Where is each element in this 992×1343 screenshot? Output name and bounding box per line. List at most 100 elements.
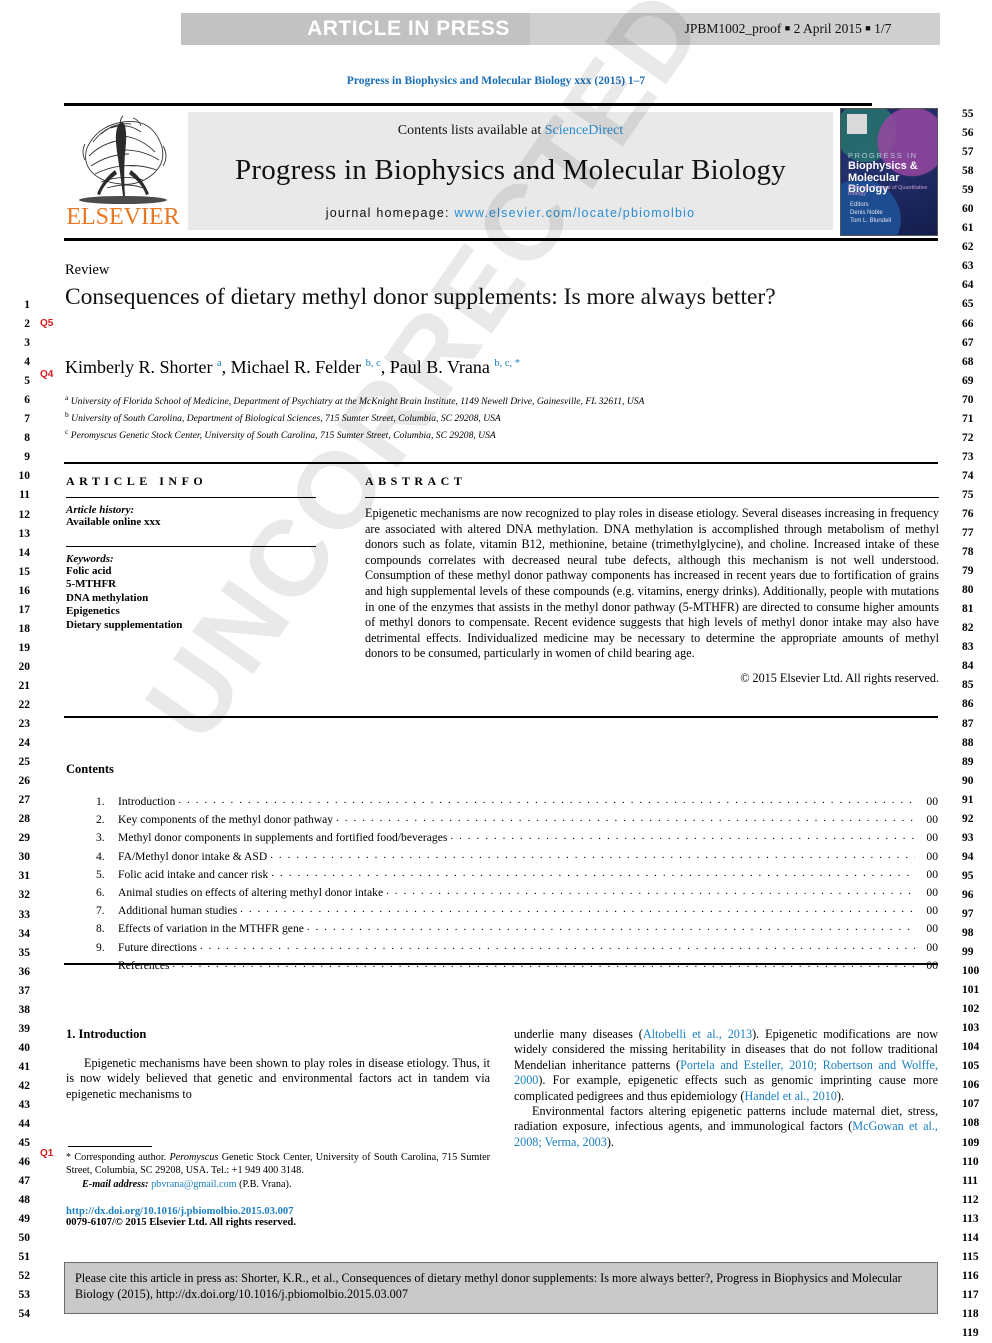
affiliation-2: c Peromyscus Genetic Stock Center, Unive… (65, 426, 496, 441)
line-number: 74 (962, 469, 974, 482)
abstract-column: ABSTRACT Epigenetic mechanisms are now r… (365, 474, 939, 686)
line-number: 52 (18, 1270, 31, 1283)
article-history-label: Article history: (66, 504, 135, 516)
line-number: 3 (24, 337, 30, 350)
line-number: 57 (962, 146, 974, 159)
cover-line-1: PROGRESS IN (848, 151, 918, 160)
toc-leader-dots: . . . . . . . . . . . . . . . . . . . . … (386, 885, 915, 898)
line-number: 59 (962, 184, 974, 197)
article-history-value: Available online xxx (66, 516, 161, 528)
line-number: 17 (18, 603, 31, 616)
toc-row[interactable]: 2. Key components of the methyl donor pa… (96, 810, 938, 828)
footnote-italic-genus: Peromyscus (169, 1152, 219, 1164)
line-number: 43 (18, 1098, 31, 1111)
toc-title: References (118, 958, 170, 972)
contents-bottom-rule (64, 963, 938, 965)
line-number: 60 (962, 203, 974, 216)
line-number: 109 (962, 1136, 980, 1149)
line-number: 19 (18, 641, 31, 654)
line-number: 11 (19, 489, 30, 502)
toc-row[interactable]: 9. Future directions . . . . . . . . . .… (96, 938, 938, 956)
line-number: 104 (962, 1041, 980, 1054)
line-number: 10 (18, 470, 31, 483)
abstract-text: Epigenetic mechanisms are now recognized… (365, 506, 939, 661)
line-number: 12 (18, 508, 31, 521)
toc-title: Key components of the methyl donor pathw… (118, 813, 334, 827)
line-number: 25 (18, 756, 31, 769)
footnote-text-a: Corresponding author. (71, 1152, 170, 1164)
toc-title: Methyl donor components in supplements a… (118, 831, 448, 845)
line-number: 61 (962, 222, 974, 235)
line-number: 114 (962, 1231, 979, 1244)
intro-r2-b: ). (606, 1134, 614, 1149)
contents-available-prefix: Contents lists available at (397, 123, 545, 138)
line-number: 71 (962, 412, 974, 425)
line-number: 21 (18, 679, 31, 692)
line-number: 69 (962, 374, 974, 387)
affiliation-0: a University of Florida School of Medici… (65, 393, 645, 408)
article-info-column: ARTICLE INFO Article history: Available … (66, 474, 316, 632)
query-flag-q5[interactable]: Q5 (40, 318, 53, 329)
paper-page: UNCORRECTED PROOF ARTICLE IN PRESS JPBM1… (0, 0, 992, 1339)
line-number: 44 (18, 1118, 31, 1131)
line-number: 106 (962, 1079, 980, 1092)
toc-title: FA/Methyl donor intake & ASD (118, 849, 268, 863)
line-number: 41 (18, 1060, 31, 1073)
running-head: Progress in Biophysics and Molecular Bio… (346, 75, 646, 87)
line-number: 82 (962, 622, 974, 635)
line-number: 58 (962, 165, 974, 178)
line-number: 98 (962, 927, 974, 940)
line-number: 80 (962, 584, 974, 597)
body-left-column: 1. Introduction Epigenetic mechanisms ha… (66, 1027, 490, 1228)
affiliation-list: a University of Florida School of Medici… (65, 392, 895, 442)
citation-altobelli[interactable]: Altobelli et al., 2013 (643, 1027, 752, 1041)
toc-page: 00 (926, 795, 938, 808)
email-address-link[interactable]: pbvrana@gmail.com (151, 1179, 236, 1190)
line-number: 15 (18, 565, 31, 578)
line-number: 118 (962, 1307, 979, 1320)
line-number: 18 (18, 622, 31, 635)
toc-number: 9. (96, 940, 105, 954)
table-of-contents: 1. Introduction . . . . . . . . . . . . … (96, 792, 938, 974)
elsevier-logo: ELSEVIER (64, 108, 182, 234)
toc-row[interactable]: 1. Introduction . . . . . . . . . . . . … (96, 792, 938, 810)
affiliation-1: b University of South Carolina, Departme… (65, 409, 501, 424)
sciencedirect-link[interactable]: ScienceDirect (545, 123, 624, 138)
toc-leader-dots: . . . . . . . . . . . . . . . . . . . . … (199, 939, 915, 952)
line-number: 77 (962, 527, 974, 540)
line-number: 13 (18, 527, 31, 540)
toc-row[interactable]: 5. Folic acid intake and cancer risk . .… (96, 865, 938, 883)
line-number: 107 (962, 1098, 980, 1111)
proof-date: 2 April 2015 (793, 21, 862, 36)
toc-title: Future directions (118, 940, 197, 954)
toc-row[interactable]: 3. Methyl donor components in supplement… (96, 828, 938, 846)
elsevier-wordmark: ELSEVIER (66, 204, 180, 230)
query-flag-q4[interactable]: Q4 (40, 369, 53, 380)
line-number: 96 (962, 888, 974, 901)
line-number: 46 (18, 1156, 31, 1169)
toc-page: 00 (926, 940, 938, 954)
masthead-top-rule (64, 103, 872, 106)
line-number: 117 (962, 1288, 979, 1301)
citation-handel[interactable]: Handel et al., 2010 (744, 1089, 836, 1103)
journal-masthead: Contents lists available at ScienceDirec… (188, 112, 833, 230)
toc-row[interactable]: 6. Animal studies on effects of altering… (96, 883, 938, 901)
line-number: 100 (962, 965, 980, 978)
line-number: 119 (962, 1327, 979, 1339)
line-number: 81 (962, 603, 974, 616)
toc-page: 00 (926, 831, 938, 845)
abstract-divider (365, 497, 939, 498)
line-number: 103 (962, 1022, 980, 1035)
cover-editors: Editors Denis Noble Tom L. Blundell (850, 202, 892, 224)
toc-row[interactable]: 4. FA/Methyl donor intake & ASD . . . . … (96, 847, 938, 865)
toc-number: 6. (96, 886, 105, 900)
journal-homepage-link[interactable]: www.elsevier.com/locate/pbiomolbio (454, 206, 695, 220)
line-number: 56 (962, 127, 974, 140)
info-top-rule (64, 462, 938, 464)
doi-link[interactable]: http://dx.doi.org/10.1016/j.pbiomolbio.2… (66, 1206, 294, 1217)
line-number: 50 (18, 1232, 31, 1245)
query-flag-q1[interactable]: Q1 (40, 1148, 53, 1159)
toc-row[interactable]: 8. Effects of variation in the MTHFR gen… (96, 919, 938, 937)
toc-title: Folic acid intake and cancer risk (118, 867, 269, 881)
toc-row[interactable]: 7. Additional human studies . . . . . . … (96, 901, 938, 919)
